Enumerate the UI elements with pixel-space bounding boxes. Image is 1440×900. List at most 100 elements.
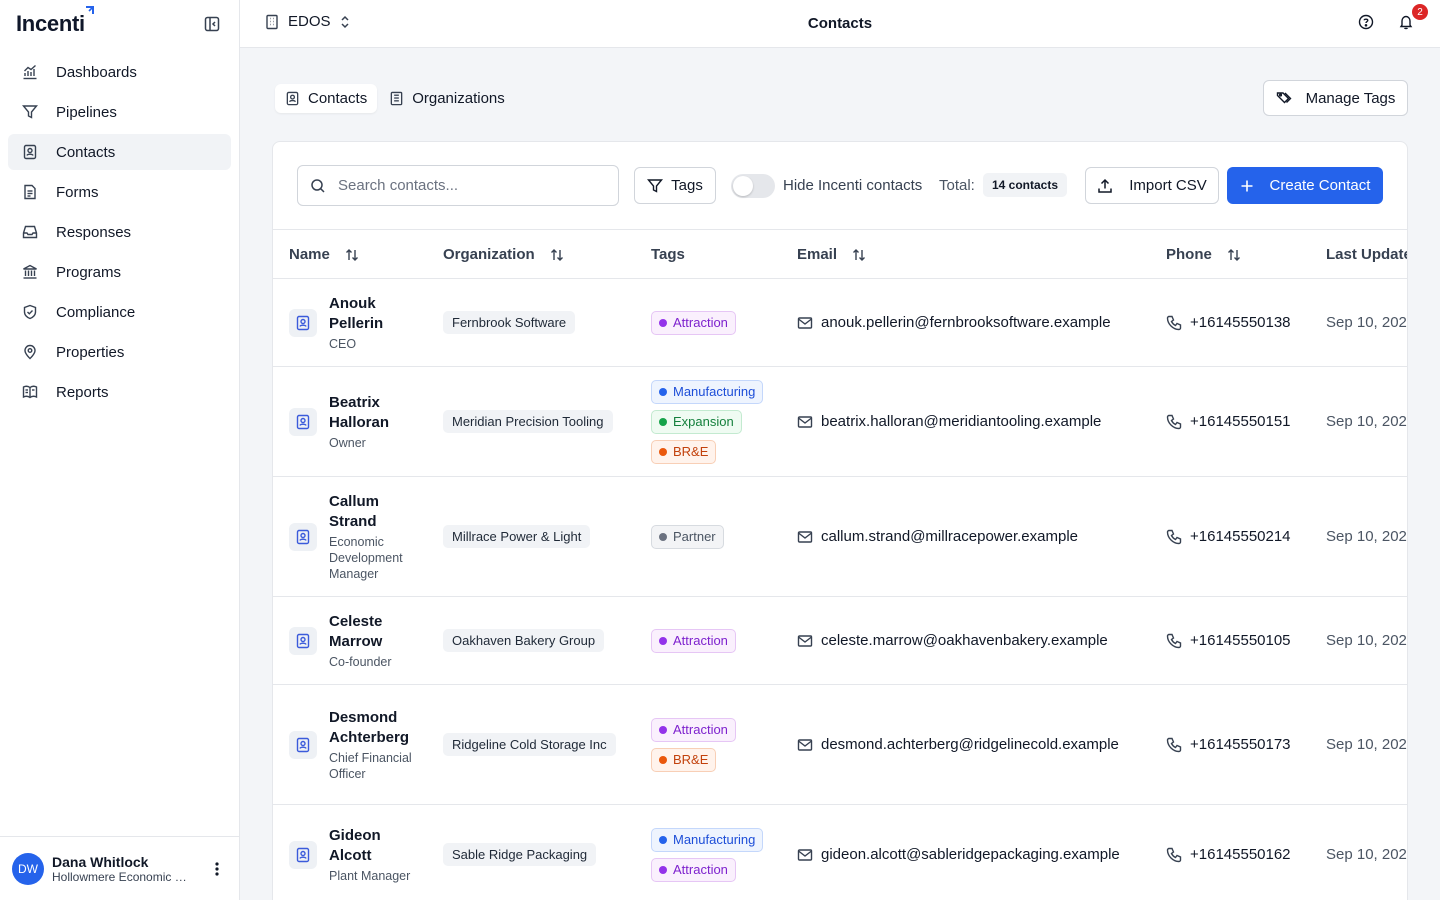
app-logo[interactable]: Incenti (16, 6, 94, 37)
sidebar-item-label: Forms (56, 183, 99, 201)
sidebar-item-reports[interactable]: Reports (8, 374, 231, 410)
column-last-updated[interactable]: Last Update (1326, 246, 1407, 263)
email-cell: desmond.achterberg@ridgelinecold.example (797, 685, 1119, 804)
user-menu-button[interactable] (207, 859, 227, 879)
column-phone[interactable]: Phone (1166, 246, 1242, 263)
sort-icon[interactable] (851, 247, 867, 263)
name-cell: Beatrix Halloran Owner (289, 367, 429, 476)
last-updated-cell: Sep 10, 2025 (1326, 597, 1408, 684)
table-row[interactable]: Celeste Marrow Co-founder Oakhaven Bakery G… (273, 597, 1407, 685)
search-input[interactable] (338, 177, 598, 194)
contact-last-name[interactable]: Strand (329, 512, 429, 532)
contact-phone[interactable]: +16145550138 (1190, 314, 1291, 331)
column-name[interactable]: Name (289, 246, 360, 263)
collapse-sidebar-button[interactable] (201, 13, 223, 35)
tags-filter-button[interactable]: Tags (634, 167, 716, 204)
contact-first-name[interactable]: Celeste (329, 612, 392, 632)
mail-icon (797, 738, 813, 751)
search-box[interactable] (297, 165, 619, 206)
sidebar-item-pipelines[interactable]: Pipelines (8, 94, 231, 130)
contact-phone[interactable]: +16145550214 (1190, 528, 1291, 545)
contact-email[interactable]: gideon.alcott@sableridgepackaging.exampl… (821, 846, 1120, 863)
sidebar-item-label: Pipelines (56, 103, 117, 121)
last-updated-date: Sep 10, 2025 (1326, 846, 1408, 863)
sidebar-item-contacts[interactable]: Contacts (8, 134, 231, 170)
user-profile[interactable]: DW Dana Whitlock Hollowmere Economic Dev… (0, 836, 239, 900)
tag-badge: Attraction (651, 310, 736, 335)
user-name: Dana Whitlock (52, 853, 149, 870)
sort-icon[interactable] (549, 247, 565, 263)
contact-email[interactable]: celeste.marrow@oakhavenbakery.example (821, 632, 1108, 649)
contact-phone[interactable]: +16145550162 (1190, 846, 1291, 863)
table-row[interactable]: Gideon Alcott Plant Manager Sable Ridge Pac… (273, 805, 1407, 900)
contact-email[interactable]: anouk.pellerin@fernbrooksoftware.example (821, 314, 1111, 331)
hide-incenti-toggle[interactable] (731, 174, 775, 198)
contact-phone[interactable]: +16145550151 (1190, 413, 1291, 430)
contact-last-name[interactable]: Achterberg (329, 728, 429, 748)
page-title: Contacts (807, 15, 873, 32)
name-cell: Celeste Marrow Co-founder (289, 597, 429, 684)
organization-pill[interactable]: Fernbrook Software (443, 311, 576, 334)
organization-pill[interactable]: Millrace Power & Light (443, 525, 591, 548)
table-row[interactable]: Callum Strand Economic Development Manager… (273, 477, 1407, 597)
contact-email[interactable]: desmond.achterberg@ridgelinecold.example (821, 736, 1119, 753)
column-organization[interactable]: Organization (443, 246, 565, 263)
contact-phone[interactable]: +16145550105 (1190, 632, 1291, 649)
filter-icon (647, 178, 664, 193)
phone-cell: +16145550151 (1166, 367, 1291, 476)
contact-first-name[interactable]: Anouk (329, 294, 383, 314)
create-contact-button[interactable]: Create Contact (1227, 167, 1383, 204)
table-row[interactable]: Beatrix Halloran Owner Meridian Precision T… (273, 367, 1407, 477)
sidebar-item-compliance[interactable]: Compliance (8, 294, 231, 330)
organization-pill[interactable]: Sable Ridge Packaging (443, 843, 597, 866)
sidebar-item-programs[interactable]: Programs (8, 254, 231, 290)
contact-last-name[interactable]: Halloran (329, 413, 389, 433)
manage-tags-button[interactable]: Manage Tags (1263, 80, 1408, 116)
contact-first-name[interactable]: Gideon (329, 826, 410, 846)
tab-contacts[interactable]: Contacts (275, 84, 378, 113)
contact-first-name[interactable]: Desmond (329, 708, 429, 728)
tag-label: BR&E (673, 444, 709, 459)
tags-cell: Manufacturing Attraction (651, 805, 764, 900)
contact-job-title: Plant Manager (329, 868, 411, 883)
tag-badge: Manufacturing (651, 379, 764, 404)
contact-card-icon (289, 730, 317, 759)
column-email[interactable]: Email (797, 246, 867, 263)
import-csv-label: Import CSV (1129, 177, 1207, 194)
contact-last-name[interactable]: Marrow (329, 632, 392, 652)
contact-phone[interactable]: +16145550173 (1190, 736, 1291, 753)
sort-icon[interactable] (1226, 247, 1242, 263)
table-row[interactable]: Anouk Pellerin CEO Fernbrook Software Attrac… (273, 279, 1407, 367)
help-button[interactable] (1358, 14, 1378, 34)
import-csv-button[interactable]: Import CSV (1085, 167, 1219, 204)
funnel-icon (20, 102, 40, 122)
last-updated-date: Sep 10, 2025 (1326, 736, 1408, 753)
organization-pill[interactable]: Ridgeline Cold Storage Inc (443, 733, 616, 756)
sidebar-item-responses[interactable]: Responses (8, 214, 231, 250)
organization-pill[interactable]: Meridian Precision Tooling (443, 410, 613, 433)
contact-card-icon (286, 91, 299, 106)
sidebar-item-properties[interactable]: Properties (8, 334, 231, 370)
table-row[interactable]: Desmond Achterberg Chief Financial Officer… (273, 685, 1407, 805)
tab-organizations[interactable]: Organizations (379, 84, 515, 113)
sidebar-item-label: Programs (56, 263, 122, 281)
phone-cell: +16145550105 (1166, 597, 1291, 684)
contact-first-name[interactable]: Beatrix (329, 393, 389, 413)
last-updated-date: Sep 10, 2025 (1326, 632, 1408, 649)
contact-name-block: Anouk Pellerin CEO (329, 294, 383, 352)
contact-last-name[interactable]: Pellerin (329, 314, 383, 334)
sidebar-item-dashboards[interactable]: Dashboards (8, 54, 231, 90)
inbox-icon (20, 222, 40, 242)
table-header: Name Organization Tags Email Phone Last … (273, 230, 1407, 279)
contact-email[interactable]: beatrix.halloran@meridiantooling.example (821, 413, 1101, 430)
mail-icon (797, 316, 813, 329)
sidebar-item-forms[interactable]: Forms (8, 174, 231, 210)
last-updated-cell: Sep 10, 2025 (1326, 685, 1408, 804)
contact-last-name[interactable]: Alcott (329, 846, 410, 866)
tag-label: Expansion (673, 414, 734, 429)
hide-incenti-label: Hide Incenti contacts (783, 177, 923, 194)
sort-icon[interactable] (344, 247, 360, 263)
contact-first-name[interactable]: Callum (329, 492, 429, 512)
contact-email[interactable]: callum.strand@millracepower.example (821, 528, 1078, 545)
organization-pill[interactable]: Oakhaven Bakery Group (443, 629, 605, 652)
